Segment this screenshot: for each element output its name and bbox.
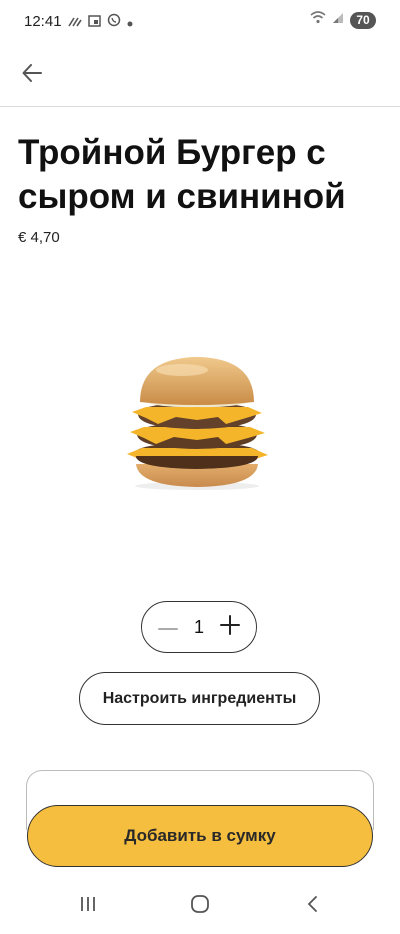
status-icons-right: 70 bbox=[310, 11, 376, 29]
recent-apps-icon bbox=[79, 895, 97, 918]
recent-apps-button[interactable] bbox=[73, 894, 103, 918]
wifi-icon bbox=[310, 11, 326, 29]
back-button[interactable] bbox=[14, 58, 50, 92]
status-time: 12:41 bbox=[24, 13, 62, 30]
status-icons-left bbox=[68, 13, 133, 32]
product-title: Тройной Бургер с сыром и свининой bbox=[18, 133, 346, 216]
signal-lines-icon bbox=[68, 14, 82, 32]
product-price: € 4,70 bbox=[18, 229, 60, 246]
cellular-signal-icon bbox=[332, 11, 344, 29]
nav-back-button[interactable] bbox=[298, 894, 328, 918]
add-to-bag-button[interactable]: Добавить в сумку bbox=[27, 805, 373, 867]
home-icon bbox=[190, 894, 210, 919]
notification-dot-icon bbox=[127, 14, 133, 32]
plus-icon bbox=[219, 614, 240, 640]
home-button[interactable] bbox=[185, 894, 215, 918]
minus-icon bbox=[158, 618, 178, 636]
battery-icon: 70 bbox=[350, 11, 376, 29]
viber-icon bbox=[107, 13, 121, 32]
back-icon bbox=[306, 895, 320, 918]
arrow-left-icon bbox=[22, 63, 42, 87]
system-nav-bar bbox=[0, 874, 400, 934]
calendar-icon bbox=[88, 14, 101, 32]
decrease-quantity-button[interactable] bbox=[156, 615, 180, 639]
quantity-stepper: 1 bbox=[141, 601, 257, 653]
increase-quantity-button[interactable] bbox=[218, 614, 242, 640]
status-bar: 12:41 70 bbox=[0, 0, 400, 44]
triple-cheeseburger-image bbox=[122, 356, 272, 490]
app-header bbox=[0, 44, 400, 107]
quantity-value: 1 bbox=[193, 616, 204, 637]
customize-ingredients-button[interactable]: Настроить ингредиенты bbox=[79, 672, 320, 725]
